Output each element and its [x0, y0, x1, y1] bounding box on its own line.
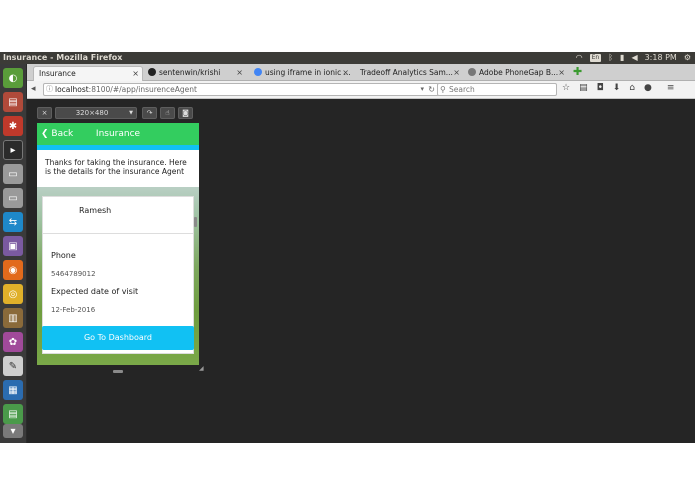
volume-icon[interactable]: ◀	[631, 52, 637, 64]
bookmarks-list-icon[interactable]: ▤	[579, 83, 588, 93]
close-icon[interactable]: ×	[453, 66, 460, 80]
phone-value: 5464789012	[51, 270, 96, 278]
reload-icon[interactable]: ↻	[428, 84, 435, 95]
intro-text: Thanks for taking the insurance. Here is…	[37, 150, 199, 187]
close-icon[interactable]: ×	[342, 66, 349, 80]
settings-icon[interactable]: ✱	[3, 116, 23, 136]
wifi-icon[interactable]: ◠	[576, 52, 583, 64]
tab-label: Tradeoff Analytics Sam...	[360, 68, 453, 77]
resize-handle-bottom[interactable]	[113, 370, 123, 373]
download-icon[interactable]: ⬇	[613, 83, 621, 93]
archive-icon[interactable]: ▥	[3, 308, 23, 328]
home-icon[interactable]: ⌂	[629, 83, 635, 93]
tab-label: sentenwin/krishi	[159, 68, 221, 77]
tab-label: using iframe in ionic ...	[265, 68, 351, 77]
tab-phonegap[interactable]: Adobe PhoneGap B... ×	[463, 66, 568, 81]
files-icon[interactable]: ▤	[3, 92, 23, 112]
search-input[interactable]: ⚲ Search	[437, 83, 557, 96]
tab-label: Adobe PhoneGap B...	[479, 68, 559, 77]
close-icon[interactable]: ×	[132, 67, 139, 81]
google-icon	[254, 68, 262, 76]
go-to-dashboard-button[interactable]: Go To Dashboard	[42, 326, 194, 350]
tab-tradeoff[interactable]: Tradeoff Analytics Sam... ×	[355, 66, 463, 81]
spreadsheet-icon[interactable]: ▤	[3, 404, 23, 424]
dash-home-icon[interactable]: ◐	[3, 68, 23, 88]
rdm-size-select[interactable]: 320×480 ▼	[55, 107, 137, 119]
navigation-bar: ◂ ⓘ localhost:8100/#/app/insurenceAgent …	[27, 81, 695, 99]
device-viewport: ❮ Back Insurance Thanks for taking the i…	[37, 123, 199, 365]
tab-google[interactable]: using iframe in ionic ... ×	[249, 66, 352, 81]
teamviewer-icon[interactable]: ⇆	[3, 212, 23, 232]
touch-icon[interactable]: ☝	[160, 107, 175, 119]
url-path: :8100/#/app/insurenceAgent	[88, 85, 197, 94]
agent-name: Ramesh	[79, 206, 112, 215]
text-editor-icon[interactable]: ✎	[3, 356, 23, 376]
url-bar[interactable]: ⓘ localhost:8100/#/app/insurenceAgent ▾ …	[43, 83, 439, 96]
system-tray: ◠ En ᛒ ▮ ◀ 3:18 PM ⚙	[576, 52, 691, 64]
search-icon: ⚲	[440, 85, 446, 94]
rotate-icon[interactable]: ↷	[142, 107, 157, 119]
bluetooth-icon[interactable]: ᛒ	[608, 52, 613, 64]
chevron-down-icon[interactable]: ▾	[420, 84, 424, 95]
gear-icon[interactable]: ⚙	[684, 52, 691, 64]
page-content: × 320×480 ▼ ↷ ☝ ◙ ❮ Back Insurance Thank…	[27, 100, 695, 443]
chevron-down-icon: ▼	[129, 110, 133, 116]
close-icon[interactable]: ×	[558, 66, 565, 80]
visit-label: Expected date of visit	[51, 287, 139, 296]
writer-icon[interactable]: ▦	[3, 380, 23, 400]
desktop-screen: Insurance - Mozilla Firefox ◠ En ᛒ ▮ ◀ 3…	[0, 52, 695, 443]
chat-icon[interactable]: ●	[644, 83, 652, 93]
github-icon	[148, 68, 156, 76]
back-arrow-icon[interactable]: ◂	[31, 84, 36, 94]
tab-bar: Insurance × sentenwin/krishi × using ifr…	[27, 64, 695, 81]
terminal-icon[interactable]: ▸	[3, 140, 23, 160]
app-icon[interactable]: ✿	[3, 332, 23, 352]
rdm-size-value: 320×480	[75, 109, 109, 117]
pocket-icon[interactable]: ◘	[597, 83, 604, 93]
battery-icon[interactable]: ▮	[620, 52, 624, 64]
new-tab-button[interactable]: ✚	[573, 66, 582, 78]
rdm-close-button[interactable]: ×	[37, 107, 52, 119]
close-icon[interactable]: ×	[236, 66, 243, 80]
top-panel: Insurance - Mozilla Firefox ◠ En ᛒ ▮ ◀ 3…	[0, 52, 695, 64]
menu-icon[interactable]: ≡	[667, 83, 675, 93]
drive-icon-2[interactable]: ▭	[3, 188, 23, 208]
responsive-design-toolbar: × 320×480 ▼ ↷ ☝ ◙	[37, 107, 193, 119]
divider	[43, 233, 193, 234]
chrome-icon[interactable]: ◎	[3, 284, 23, 304]
phonegap-icon	[468, 68, 476, 76]
trash-icon[interactable]: ▾	[3, 424, 23, 438]
bookmark-star-icon[interactable]: ☆	[562, 83, 570, 93]
drive-icon[interactable]: ▭	[3, 164, 23, 184]
search-placeholder: Search	[449, 85, 475, 94]
firefox-window: Insurance × sentenwin/krishi × using ifr…	[27, 64, 695, 443]
clock[interactable]: 3:18 PM	[645, 52, 677, 64]
page-title: Insurance	[95, 129, 141, 139]
window-title: Insurance - Mozilla Firefox	[3, 53, 123, 62]
media-icon[interactable]: ▣	[3, 236, 23, 256]
info-icon[interactable]: ⓘ	[46, 84, 53, 95]
visit-value: 12-Feb-2016	[51, 306, 96, 314]
launcher: ◐ ▤ ✱ ▸ ▭ ▭ ⇆ ▣ ◉ ◎ ▥ ✿ ✎ ▦ ▤ ▾	[0, 64, 27, 443]
url-host: localhost	[55, 85, 89, 94]
tab-github[interactable]: sentenwin/krishi ×	[143, 66, 246, 81]
tab-label: Insurance	[39, 69, 76, 78]
app-header: ❮ Back Insurance	[37, 123, 199, 145]
toolbar-icons: ☆ ▤ ◘ ⬇ ⌂ ● ≡	[562, 83, 674, 93]
tab-insurance[interactable]: Insurance ×	[33, 66, 143, 81]
firefox-icon[interactable]: ◉	[3, 260, 23, 280]
keyboard-layout[interactable]: En	[589, 54, 602, 62]
resize-handle-right[interactable]	[194, 217, 197, 227]
resize-corner-icon[interactable]: ◢	[199, 365, 204, 372]
phone-label: Phone	[51, 251, 76, 260]
screenshot-icon[interactable]: ◙	[178, 107, 193, 119]
